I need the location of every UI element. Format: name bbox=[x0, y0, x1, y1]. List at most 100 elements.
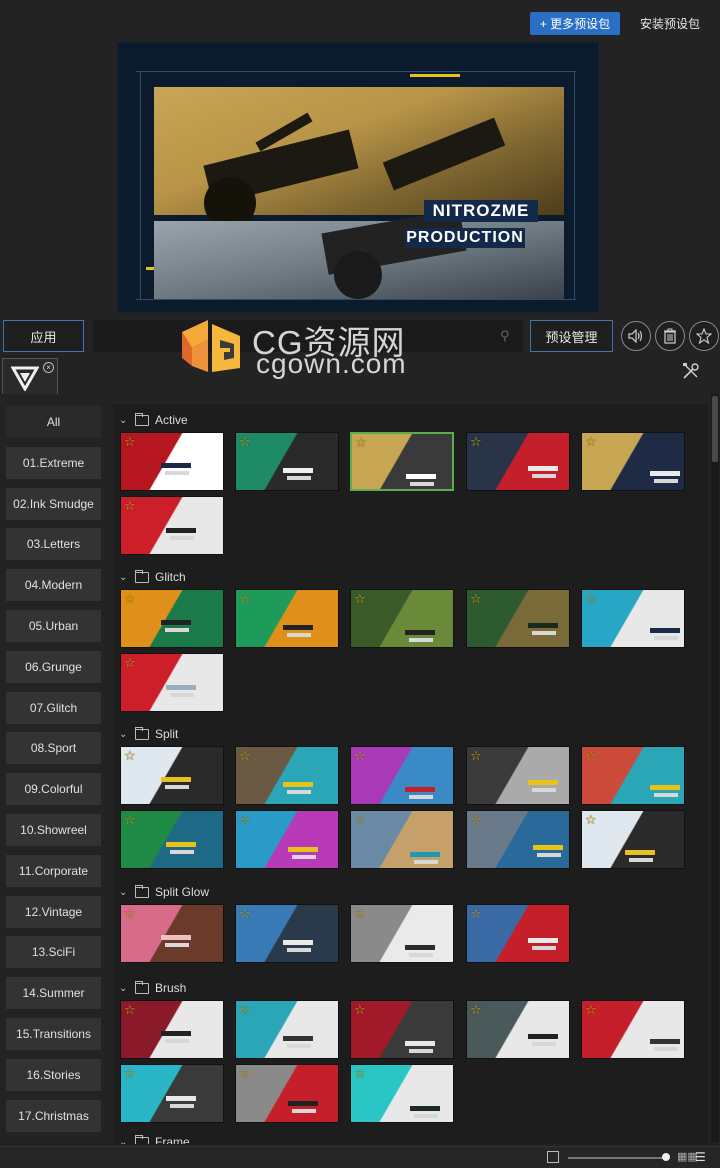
preset-thumbnail[interactable]: ☆ bbox=[350, 746, 454, 805]
apply-button[interactable]: 应用 bbox=[3, 320, 84, 352]
star-icon[interactable]: ☆ bbox=[354, 907, 368, 921]
preset-thumbnail[interactable]: ☆ bbox=[235, 432, 339, 491]
star-icon[interactable]: ☆ bbox=[470, 435, 484, 449]
scrollbar-thumb[interactable] bbox=[712, 396, 718, 462]
preset-thumbnail[interactable]: ☆ bbox=[120, 432, 224, 491]
section-header[interactable]: ⌄ Split bbox=[119, 724, 178, 744]
category-item[interactable]: 09.Colorful bbox=[6, 773, 101, 806]
star-icon[interactable]: ☆ bbox=[470, 907, 484, 921]
preset-thumbnail[interactable]: ☆ bbox=[120, 496, 224, 555]
star-icon[interactable]: ☆ bbox=[239, 592, 253, 606]
category-item[interactable]: 03.Letters bbox=[6, 528, 101, 561]
star-icon[interactable]: ☆ bbox=[124, 749, 138, 763]
preset-thumbnail[interactable]: ☆ bbox=[120, 904, 224, 963]
preset-thumbnail[interactable]: ☆ bbox=[350, 432, 454, 491]
category-item[interactable]: 14.Summer bbox=[6, 977, 101, 1010]
star-icon[interactable]: ☆ bbox=[470, 749, 484, 763]
preset-thumbnail[interactable]: ☆ bbox=[581, 432, 685, 491]
category-item[interactable]: 08.Sport bbox=[6, 732, 101, 765]
preset-thumbnail[interactable]: ☆ bbox=[120, 653, 224, 712]
preset-thumbnail[interactable]: ☆ bbox=[120, 1064, 224, 1123]
preset-thumbnail[interactable]: ☆ bbox=[350, 589, 454, 648]
preset-thumbnail[interactable]: ☆ bbox=[235, 589, 339, 648]
star-icon[interactable]: ☆ bbox=[124, 907, 138, 921]
star-icon[interactable]: ☆ bbox=[124, 592, 138, 606]
preset-thumbnail[interactable]: ☆ bbox=[350, 904, 454, 963]
star-icon[interactable]: ☆ bbox=[239, 813, 253, 827]
scrollbar-track[interactable] bbox=[711, 394, 719, 1142]
more-presets-button[interactable]: + 更多预设包 bbox=[530, 12, 620, 35]
star-icon[interactable]: ☆ bbox=[585, 813, 599, 827]
category-item[interactable]: 12.Vintage bbox=[6, 895, 101, 928]
category-item[interactable]: 07.Glitch bbox=[6, 691, 101, 724]
preset-thumbnail[interactable]: ☆ bbox=[466, 810, 570, 869]
preset-thumbnail[interactable]: ☆ bbox=[350, 810, 454, 869]
preset-thumbnail[interactable]: ☆ bbox=[466, 1000, 570, 1059]
category-item[interactable]: 17.Christmas bbox=[6, 1099, 101, 1132]
zoom-slider-handle[interactable] bbox=[662, 1153, 670, 1161]
tools-icon[interactable] bbox=[682, 362, 702, 382]
preset-thumbnail[interactable]: ☆ bbox=[235, 904, 339, 963]
star-icon[interactable]: ☆ bbox=[124, 499, 138, 513]
preset-thumbnail[interactable]: ☆ bbox=[581, 1000, 685, 1059]
category-item[interactable]: 11.Corporate bbox=[6, 854, 101, 887]
preset-thumbnail[interactable]: ☆ bbox=[350, 1064, 454, 1123]
category-item[interactable]: 01.Extreme bbox=[6, 446, 101, 479]
preset-thumbnail[interactable]: ☆ bbox=[466, 432, 570, 491]
preset-thumbnail[interactable]: ☆ bbox=[120, 746, 224, 805]
favorite-button[interactable] bbox=[689, 321, 719, 351]
preset-thumbnail[interactable]: ☆ bbox=[581, 746, 685, 805]
preset-thumbnail[interactable]: ☆ bbox=[581, 589, 685, 648]
star-icon[interactable]: ☆ bbox=[124, 656, 138, 670]
star-icon[interactable]: ☆ bbox=[354, 1003, 368, 1017]
star-icon[interactable]: ☆ bbox=[585, 435, 599, 449]
star-icon[interactable]: ☆ bbox=[124, 1067, 138, 1081]
grid-view-icon[interactable]: ▦▦ bbox=[677, 1152, 698, 1163]
section-header[interactable]: ⌄ Frame bbox=[119, 1132, 190, 1144]
preset-thumbnail[interactable]: ☆ bbox=[235, 1000, 339, 1059]
star-icon[interactable]: ☆ bbox=[354, 592, 368, 606]
preset-thumbnail[interactable]: ☆ bbox=[466, 904, 570, 963]
category-item[interactable]: 10.Showreel bbox=[6, 813, 101, 846]
preset-manage-button[interactable]: 预设管理 bbox=[530, 320, 613, 352]
section-header[interactable]: ⌄ Brush bbox=[119, 978, 186, 998]
section-header[interactable]: ⌄ Glitch bbox=[119, 567, 186, 587]
zoom-slider[interactable] bbox=[568, 1157, 664, 1159]
preset-thumbnail[interactable]: ☆ bbox=[235, 746, 339, 805]
section-header[interactable]: ⌄ Active bbox=[119, 410, 188, 430]
preset-thumbnail[interactable]: ☆ bbox=[466, 589, 570, 648]
category-item[interactable]: 02.Ink Smudge bbox=[6, 487, 101, 520]
category-item[interactable]: 15.Transitions bbox=[6, 1017, 101, 1050]
category-item[interactable]: 05.Urban bbox=[6, 609, 101, 642]
category-item[interactable]: 13.SciFi bbox=[6, 936, 101, 969]
fit-view-icon[interactable] bbox=[547, 1151, 559, 1163]
speaker-button[interactable] bbox=[621, 321, 651, 351]
preset-thumbnail[interactable]: ☆ bbox=[235, 1064, 339, 1123]
category-item[interactable]: All bbox=[6, 406, 101, 438]
star-icon[interactable]: ☆ bbox=[124, 1003, 138, 1017]
list-view-icon[interactable]: ☰ bbox=[695, 1151, 709, 1163]
star-icon[interactable]: ☆ bbox=[239, 749, 253, 763]
star-icon[interactable]: ☆ bbox=[355, 436, 369, 450]
preset-thumbnail[interactable]: ☆ bbox=[120, 1000, 224, 1059]
star-icon[interactable]: ☆ bbox=[239, 435, 253, 449]
star-icon[interactable]: ☆ bbox=[470, 592, 484, 606]
star-icon[interactable]: ☆ bbox=[239, 907, 253, 921]
install-preset-button[interactable]: 安装预设包 bbox=[630, 12, 710, 35]
category-item[interactable]: 04.Modern bbox=[6, 569, 101, 602]
search-icon[interactable]: ⚲ bbox=[500, 328, 516, 344]
section-header[interactable]: ⌄ Split Glow bbox=[119, 882, 209, 902]
category-item[interactable]: 16.Stories bbox=[6, 1058, 101, 1091]
star-icon[interactable]: ☆ bbox=[585, 749, 599, 763]
star-icon[interactable]: ☆ bbox=[354, 749, 368, 763]
star-icon[interactable]: ☆ bbox=[124, 435, 138, 449]
star-icon[interactable]: ☆ bbox=[585, 592, 599, 606]
preset-thumbnail[interactable]: ☆ bbox=[581, 810, 685, 869]
star-icon[interactable]: ☆ bbox=[470, 813, 484, 827]
star-icon[interactable]: ☆ bbox=[354, 1067, 368, 1081]
star-icon[interactable]: ☆ bbox=[470, 1003, 484, 1017]
close-icon[interactable]: × bbox=[43, 362, 54, 373]
preset-thumbnail[interactable]: ☆ bbox=[466, 746, 570, 805]
preset-thumbnail[interactable]: ☆ bbox=[120, 810, 224, 869]
star-icon[interactable]: ☆ bbox=[124, 813, 138, 827]
